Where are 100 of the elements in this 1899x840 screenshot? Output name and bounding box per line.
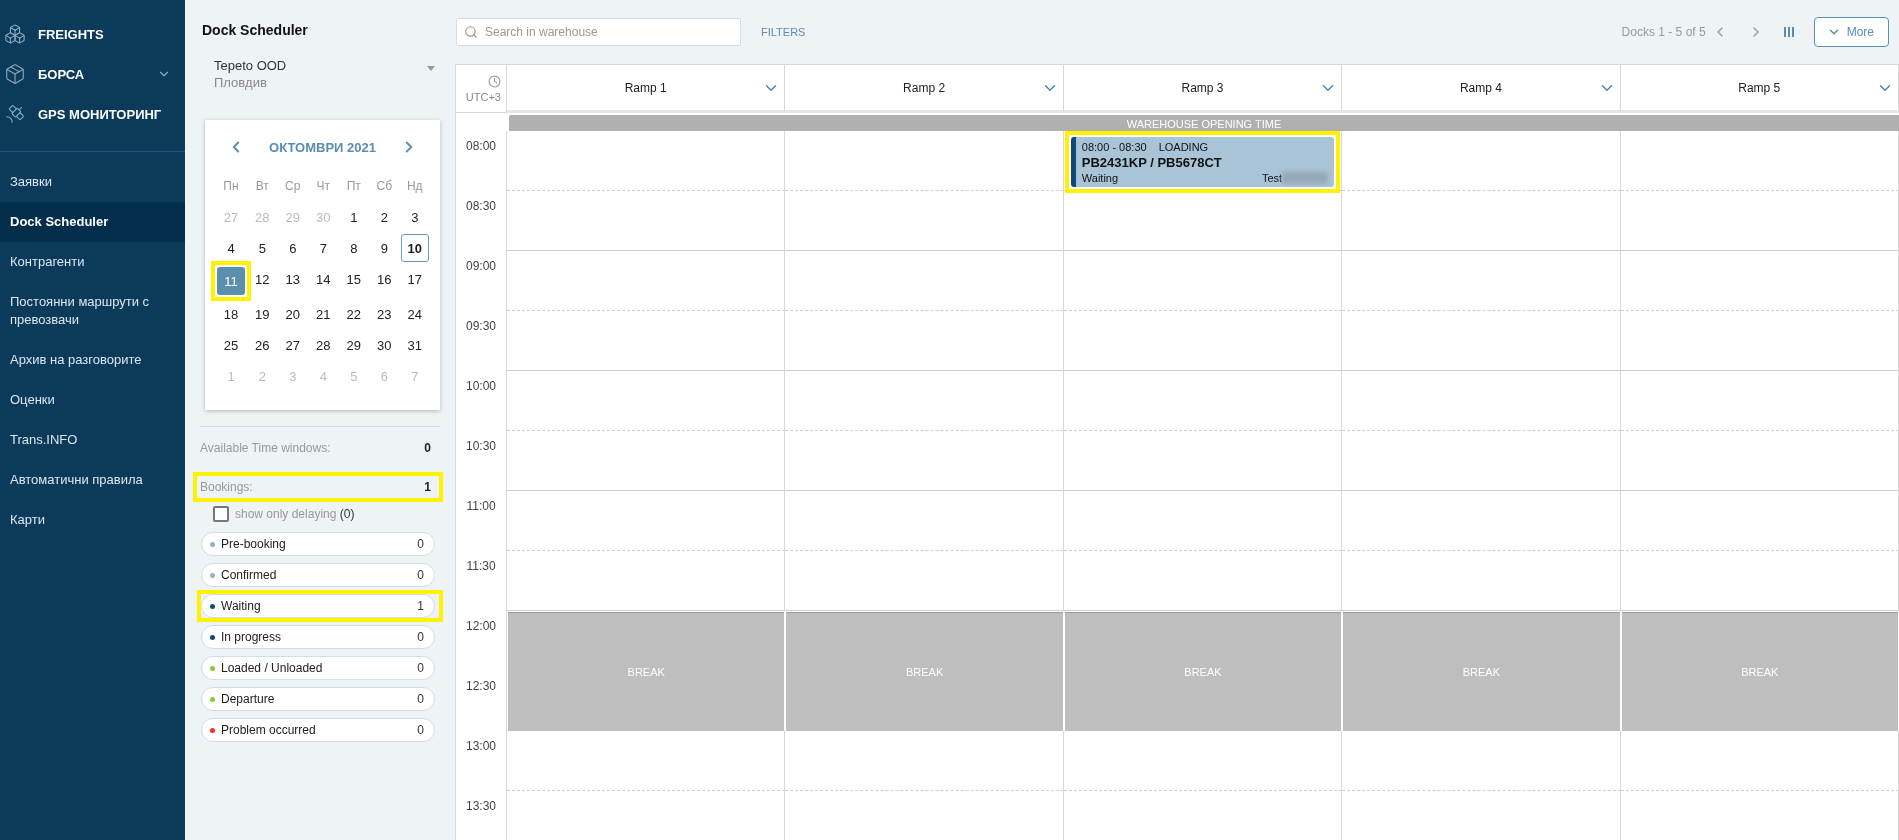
time-slot[interactable] (1063, 251, 1343, 311)
nav-section-item[interactable]: GPS МОНИТОРИНГ (0, 94, 185, 134)
time-slot[interactable] (507, 251, 786, 311)
time-slot[interactable] (1063, 191, 1343, 251)
time-slot[interactable] (507, 311, 786, 371)
time-slot[interactable] (1063, 491, 1343, 551)
time-slot[interactable] (1342, 131, 1621, 191)
nav-item[interactable]: Заявки (0, 162, 185, 202)
more-button[interactable]: More (1813, 17, 1889, 47)
calendar-day[interactable]: 11 (217, 267, 245, 295)
nav-item[interactable]: Trans.INFO (0, 420, 185, 460)
time-slot[interactable] (507, 371, 786, 431)
ramp-header[interactable]: Ramp 3 (1063, 65, 1343, 113)
time-slot[interactable] (785, 491, 1064, 551)
time-slot[interactable] (1620, 431, 1899, 491)
calendar-day[interactable]: 18 (217, 300, 245, 328)
time-slot[interactable] (1620, 371, 1899, 431)
time-slot[interactable] (1342, 431, 1621, 491)
nav-item[interactable]: Dock Scheduler (0, 202, 185, 242)
time-slot[interactable] (1063, 551, 1343, 611)
ramp-header[interactable]: Ramp 2 (785, 65, 1064, 113)
calendar-day[interactable]: 7 (309, 234, 338, 262)
calendar-day[interactable]: 9 (370, 234, 399, 262)
search-field[interactable]: Search in warehouse (456, 18, 741, 46)
checkbox[interactable] (213, 506, 229, 522)
calendar-day[interactable]: 25 (217, 331, 245, 359)
time-slot[interactable] (1620, 251, 1899, 311)
time-slot[interactable] (1620, 131, 1899, 191)
calendar-day[interactable]: 16 (370, 265, 399, 293)
time-slot[interactable] (1342, 551, 1621, 611)
booking-card[interactable]: 08:00 - 08:30 LOADING PB2431KP / PB5678CT Waiting Test (1070, 137, 1335, 187)
calendar-day[interactable]: 10 (400, 234, 429, 262)
time-slot[interactable] (1620, 491, 1899, 551)
time-slot[interactable] (785, 131, 1064, 191)
time-slot[interactable] (1063, 431, 1343, 491)
calendar-day[interactable]: 14 (309, 265, 338, 293)
calendar-day[interactable]: 5 (248, 234, 277, 262)
calendar-day[interactable]: 20 (278, 300, 307, 328)
time-slot[interactable]: 08:00 - 08:30 LOADING PB2431KP / PB5678CT Waiting Test (1063, 131, 1343, 191)
time-slot[interactable] (785, 551, 1064, 611)
ramp-header[interactable]: Ramp 1 (507, 65, 786, 113)
calendar-day[interactable]: 13 (278, 265, 307, 293)
time-slot[interactable] (507, 431, 786, 491)
warehouse-select[interactable]: Tepeto OOD Пловдив (214, 58, 435, 90)
nav-item[interactable]: Контрагенти (0, 242, 185, 282)
status-filter[interactable]: Departure 0 (201, 687, 435, 711)
calendar-day[interactable]: 28 (309, 331, 338, 359)
calendar-day[interactable]: 6 (278, 234, 307, 262)
ramp-header[interactable]: Ramp 4 (1342, 65, 1621, 113)
nav-item[interactable]: Архив на разговорите (0, 340, 185, 380)
time-slot[interactable] (1342, 251, 1621, 311)
calendar-day[interactable]: 17 (400, 265, 429, 293)
columns-icon[interactable] (1783, 27, 1794, 37)
calendar-day[interactable]: 12 (248, 265, 277, 293)
calendar-day[interactable]: 29 (339, 331, 368, 359)
time-slot[interactable] (785, 371, 1064, 431)
time-slot[interactable] (1620, 191, 1899, 251)
time-slot[interactable] (1342, 191, 1621, 251)
time-slot[interactable] (507, 551, 786, 611)
nav-section-item[interactable]: FREIGHTS (0, 14, 185, 54)
status-filter[interactable]: Confirmed 0 (201, 563, 435, 587)
calendar-day[interactable]: 1 (339, 203, 368, 231)
time-slot[interactable] (785, 431, 1064, 491)
time-slot[interactable] (1342, 491, 1621, 551)
time-slot[interactable] (1620, 311, 1899, 371)
calendar-day[interactable]: 21 (309, 300, 338, 328)
time-slot[interactable] (1620, 551, 1899, 611)
calendar-day[interactable]: 23 (370, 300, 399, 328)
calendar-day[interactable]: 8 (339, 234, 368, 262)
calendar-day[interactable]: 30 (370, 331, 399, 359)
nav-item[interactable]: Карти (0, 500, 185, 540)
ramp-header[interactable]: Ramp 5 (1620, 65, 1899, 113)
nav-item[interactable]: Оценки (0, 380, 185, 420)
calendar-day[interactable]: 24 (400, 300, 429, 328)
nav-item[interactable]: Автоматични правила (0, 460, 185, 500)
calendar-day[interactable]: 26 (248, 331, 277, 359)
status-filter[interactable]: Pre-booking 0 (201, 532, 435, 556)
calendar-day[interactable]: 3 (400, 203, 429, 231)
calendar-day[interactable]: 22 (339, 300, 368, 328)
time-slot[interactable] (785, 311, 1064, 371)
status-filter[interactable]: In progress 0 (201, 625, 435, 649)
time-slot[interactable] (1342, 311, 1621, 371)
status-filter[interactable]: Loaded / Unloaded 0 (201, 656, 435, 680)
calendar-day[interactable]: 31 (400, 331, 429, 359)
time-slot[interactable] (507, 131, 786, 191)
calendar-day[interactable]: 4 (217, 234, 245, 262)
calendar-day[interactable]: 2 (370, 203, 399, 231)
nav-section-item[interactable]: БОРСА (0, 54, 185, 94)
time-slot[interactable] (1063, 311, 1343, 371)
status-filter[interactable]: Waiting 1 (201, 594, 435, 618)
time-slot[interactable] (1063, 371, 1343, 431)
time-slot[interactable] (507, 491, 786, 551)
status-filter[interactable]: Problem occurred 0 (201, 718, 435, 742)
calendar-day[interactable]: 19 (248, 300, 277, 328)
time-slot[interactable] (785, 191, 1064, 251)
calendar-day[interactable]: 15 (339, 265, 368, 293)
time-slot[interactable] (1342, 371, 1621, 431)
time-slot[interactable] (507, 191, 786, 251)
calendar-day[interactable]: 27 (278, 331, 307, 359)
time-slot[interactable] (785, 251, 1064, 311)
